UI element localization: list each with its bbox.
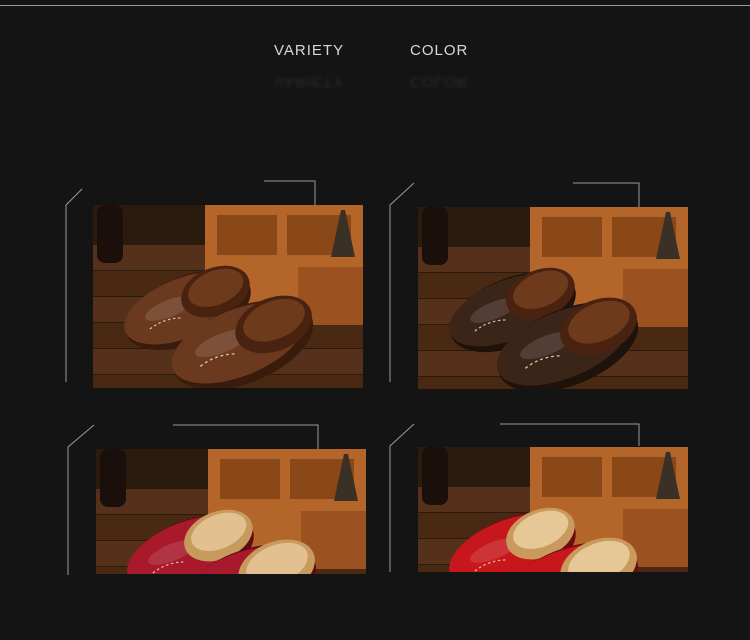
product-photo-dark-brown[interactable] (418, 207, 688, 389)
slipper-image (418, 207, 688, 389)
heading-variety: VARIETY (274, 42, 345, 59)
bottle (422, 207, 448, 265)
product-photo-red[interactable] (418, 447, 688, 572)
top-divider (0, 5, 750, 6)
heading-color: COLOR (410, 42, 469, 59)
slipper-image (418, 447, 688, 572)
reflection-variety: VARIETY (274, 73, 345, 90)
slipper-image (96, 449, 366, 574)
slipper-image (93, 205, 363, 388)
product-photo-wine-red[interactable] (96, 449, 366, 574)
product-photo-brown[interactable] (93, 205, 363, 388)
bottle (100, 449, 126, 507)
bottle (422, 447, 448, 505)
heading-reflection: VARIETY COLOR (274, 58, 474, 90)
bottle (97, 205, 123, 263)
reflection-color: COLOR (410, 73, 469, 90)
